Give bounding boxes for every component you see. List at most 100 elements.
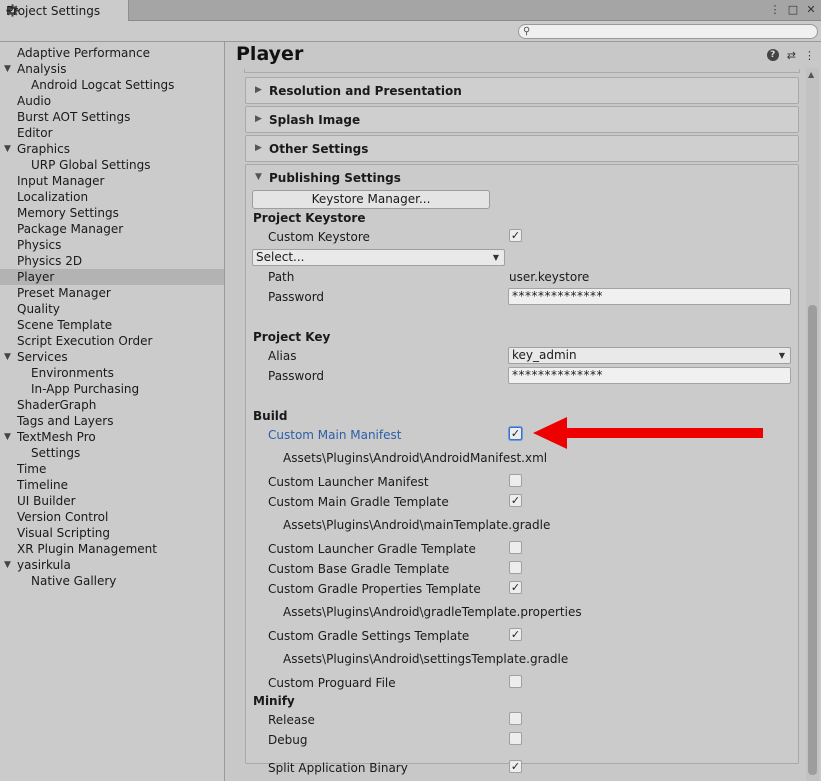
sidebar-item[interactable]: XR Plugin Management <box>0 541 224 557</box>
sidebar-item[interactable]: Scene Template <box>0 317 224 333</box>
sidebar-item-label: Visual Scripting <box>17 526 110 540</box>
custom-base-gradle-checkbox[interactable] <box>509 561 522 574</box>
sidebar-item[interactable]: Input Manager <box>0 173 224 189</box>
custom-gradle-settings-checkbox[interactable]: ✓ <box>509 628 522 641</box>
expand-arrow-icon[interactable]: ▼ <box>4 349 11 365</box>
sidebar-item-label: Script Execution Order <box>17 334 153 348</box>
sidebar-item-label: TextMesh Pro <box>17 430 96 444</box>
custom-launcher-gradle-label: Custom Launcher Gradle Template <box>268 542 476 556</box>
gradle-settings-path: Assets\Plugins\Android\settingsTemplate.… <box>283 652 569 666</box>
section-other-settings[interactable]: ▶ Other Settings <box>245 135 799 162</box>
sidebar-item-label: Audio <box>17 94 52 108</box>
sidebar-item-label: Services <box>17 350 68 364</box>
section-title: Resolution and Presentation <box>269 84 462 98</box>
custom-main-gradle-checkbox[interactable]: ✓ <box>509 494 522 507</box>
sidebar-item[interactable]: Visual Scripting <box>0 525 224 541</box>
custom-gradle-settings-label: Custom Gradle Settings Template <box>268 629 470 643</box>
expand-arrow-icon[interactable]: ▼ <box>4 557 11 573</box>
sidebar-item-label: Editor <box>17 126 53 140</box>
sidebar-item[interactable]: ShaderGraph <box>0 397 224 413</box>
sidebar-item[interactable]: ▼ Services <box>0 349 224 365</box>
sidebar-item[interactable]: Audio <box>0 93 224 109</box>
keystore-manager-button[interactable]: Keystore Manager... <box>252 190 490 209</box>
keystore-select-dropdown[interactable]: Select... ▼ <box>252 249 505 266</box>
sidebar-item[interactable]: ▼ TextMesh Pro <box>0 429 224 445</box>
sidebar-item[interactable]: In-App Purchasing <box>0 381 224 397</box>
sidebar-item[interactable]: ▼ Graphics <box>0 141 224 157</box>
sidebar-item[interactable]: Native Gallery <box>0 573 224 589</box>
section-splash[interactable]: ▶ Splash Image <box>245 106 799 133</box>
sidebar-item-label: Native Gallery <box>31 574 117 588</box>
custom-launcher-gradle-checkbox[interactable] <box>509 541 522 554</box>
custom-main-manifest-checkbox[interactable]: ✓ <box>509 427 522 440</box>
vertical-scrollbar[interactable]: ▲ <box>806 68 819 781</box>
sidebar-item[interactable]: ▼ yasirkula <box>0 557 224 573</box>
path-value: user.keystore <box>509 270 590 284</box>
sidebar-item[interactable]: Physics 2D <box>0 253 224 269</box>
sidebar-item[interactable]: Burst AOT Settings <box>0 109 224 125</box>
search-icon: ⚲ <box>523 26 531 37</box>
custom-launcher-manifest-checkbox[interactable] <box>509 474 522 487</box>
key-password-field[interactable]: ************** <box>508 367 791 384</box>
help-icon[interactable]: ? <box>766 49 779 61</box>
section-resolution[interactable]: ▶ Resolution and Presentation <box>245 77 799 104</box>
custom-main-gradle-label: Custom Main Gradle Template <box>268 495 449 509</box>
debug-checkbox[interactable] <box>509 732 522 745</box>
close-icon[interactable]: ✕ <box>805 3 817 16</box>
scrollbar-thumb[interactable] <box>808 305 817 775</box>
custom-proguard-checkbox[interactable] <box>509 675 522 688</box>
expand-arrow-icon[interactable]: ▼ <box>4 141 11 157</box>
custom-launcher-manifest-label: Custom Launcher Manifest <box>268 475 429 489</box>
sidebar-item-label: Memory Settings <box>17 206 119 220</box>
sidebar-item-label: Physics 2D <box>17 254 83 268</box>
path-label: Path <box>268 270 295 284</box>
custom-keystore-label: Custom Keystore <box>268 230 370 244</box>
collapse-arrow-icon: ▼ <box>255 172 262 182</box>
custom-keystore-checkbox[interactable]: ✓ <box>509 229 522 242</box>
preset-icon[interactable]: ⇄ <box>787 49 796 62</box>
section-title: Publishing Settings <box>269 171 401 185</box>
split-binary-checkbox[interactable]: ✓ <box>509 760 522 773</box>
keystore-password-field[interactable]: ************** <box>508 288 791 305</box>
sidebar-item[interactable]: Tags and Layers <box>0 413 224 429</box>
search-input[interactable]: ⚲ <box>518 24 818 39</box>
sidebar-item[interactable]: ▼ Analysis <box>0 61 224 77</box>
sidebar-item[interactable]: Android Logcat Settings <box>0 77 224 93</box>
sidebar-item[interactable]: UI Builder <box>0 493 224 509</box>
sidebar-item[interactable]: Quality <box>0 301 224 317</box>
sidebar-item-label: Preset Manager <box>17 286 111 300</box>
sidebar-item[interactable]: Physics <box>0 237 224 253</box>
sidebar-item[interactable]: Package Manager <box>0 221 224 237</box>
expand-arrow-icon[interactable]: ▼ <box>4 429 11 445</box>
chevron-down-icon: ▼ <box>492 253 499 262</box>
sidebar-item[interactable]: Localization <box>0 189 224 205</box>
sidebar-item[interactable]: Editor <box>0 125 224 141</box>
sidebar-item[interactable]: Script Execution Order <box>0 333 224 349</box>
sidebar-item-label: Android Logcat Settings <box>31 78 175 92</box>
expand-arrow-icon[interactable]: ▼ <box>4 61 11 77</box>
sidebar-item[interactable]: Version Control <box>0 509 224 525</box>
project-settings-tab[interactable]: Project Settings <box>0 0 129 21</box>
minify-heading: Minify <box>253 694 295 708</box>
maximize-icon[interactable]: □ <box>787 3 799 16</box>
sidebar-item[interactable]: Adaptive Performance <box>0 45 224 61</box>
release-checkbox[interactable] <box>509 712 522 725</box>
sidebar-item[interactable]: Player <box>0 269 224 285</box>
more-options-icon[interactable]: ⋮ <box>769 3 781 16</box>
sidebar-item[interactable]: Time <box>0 461 224 477</box>
sidebar-item-label: Player <box>17 270 55 284</box>
publishing-header[interactable]: ▼ Publishing Settings <box>246 165 798 191</box>
sidebar-item[interactable]: Settings <box>0 445 224 461</box>
scroll-up-icon[interactable]: ▲ <box>808 70 814 79</box>
split-binary-label: Split Application Binary <box>268 761 408 775</box>
alias-dropdown[interactable]: key_admin ▼ <box>508 347 791 364</box>
sidebar-item[interactable]: URP Global Settings <box>0 157 224 173</box>
sidebar-item[interactable]: Timeline <box>0 477 224 493</box>
red-arrow-annotation <box>533 417 763 449</box>
sidebar-item-label: Localization <box>17 190 89 204</box>
more-options-icon[interactable]: ⋮ <box>804 49 815 62</box>
sidebar-item[interactable]: Memory Settings <box>0 205 224 221</box>
sidebar-item[interactable]: Environments <box>0 365 224 381</box>
custom-gradle-properties-checkbox[interactable]: ✓ <box>509 581 522 594</box>
sidebar-item[interactable]: Preset Manager <box>0 285 224 301</box>
